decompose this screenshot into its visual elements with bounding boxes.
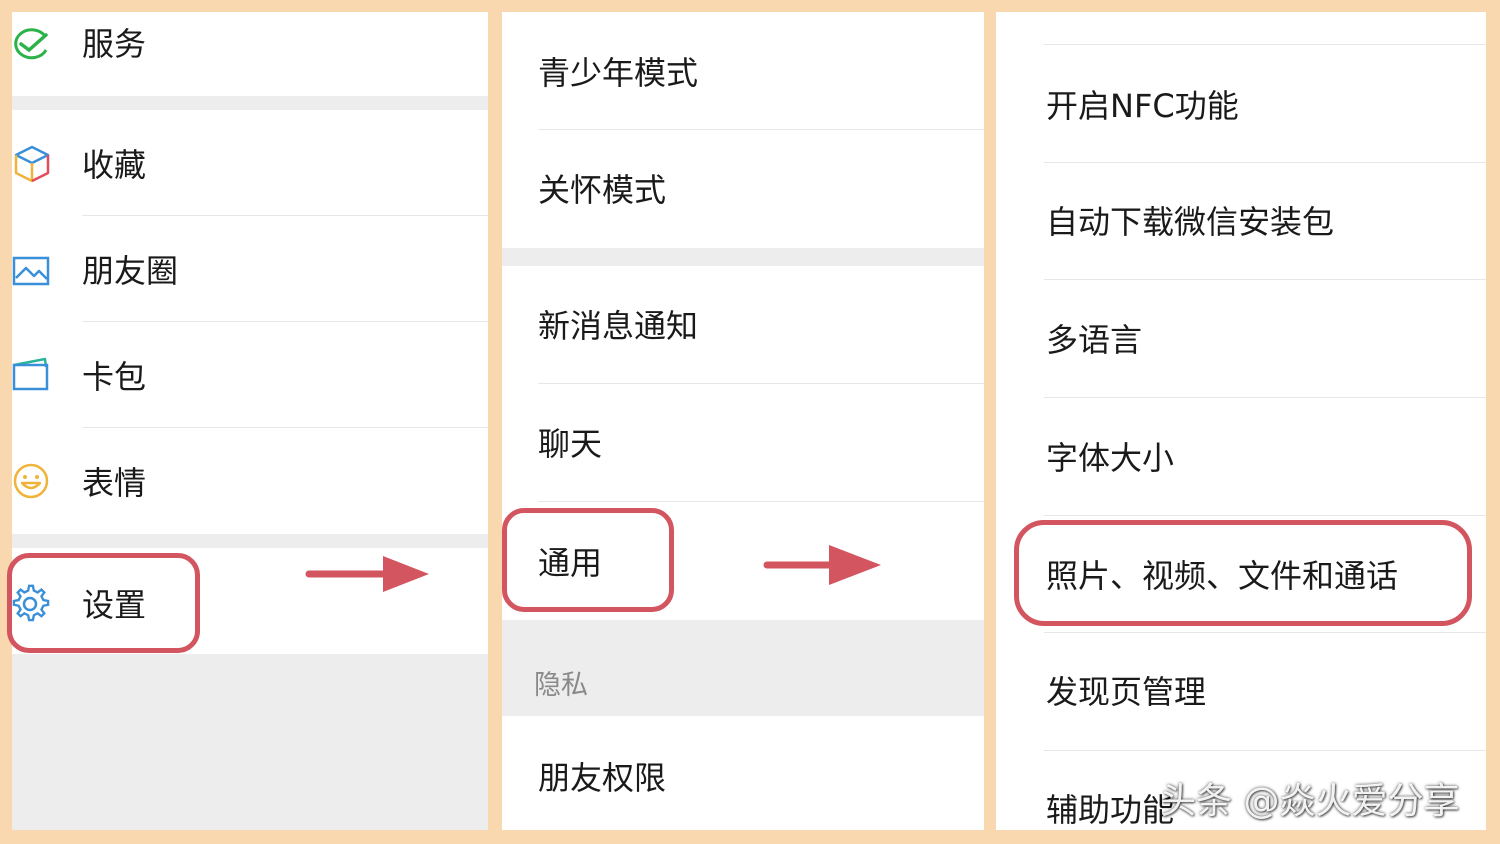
- card-wallet-icon: [12, 357, 49, 391]
- row-divider: [538, 501, 984, 502]
- menu-item-label: 收藏: [82, 146, 147, 184]
- section-divider: [12, 96, 488, 110]
- highlight-photos-videos-files-calls: [1014, 520, 1472, 626]
- settings-item-new-message-notification[interactable]: 新消息通知: [538, 310, 698, 342]
- settings-item-chat[interactable]: 聊天: [538, 428, 602, 460]
- empty-background: [12, 654, 488, 830]
- row-divider: [82, 215, 488, 216]
- section-title-privacy: 隐私: [534, 670, 588, 701]
- row-divider: [82, 427, 488, 428]
- row-divider: [538, 129, 984, 130]
- watermark: 头条 @焱火爱分享: [1160, 781, 1460, 822]
- general-item-enable-nfc[interactable]: 开启NFC功能: [1046, 90, 1239, 122]
- arrow-right-icon: [305, 556, 429, 592]
- menu-item-label: 服务: [82, 25, 147, 63]
- general-item-accessibility[interactable]: 辅助功能: [1046, 794, 1174, 826]
- menu-item-label: 朋友圈: [82, 252, 179, 290]
- row-divider: [538, 383, 984, 384]
- section-divider: [502, 248, 984, 266]
- general-panel: 开启NFC功能 自动下载微信安装包 多语言 字体大小 照片、视频、文件和通话 发…: [996, 12, 1486, 830]
- highlight-general: [502, 508, 674, 612]
- row-divider: [1044, 515, 1486, 516]
- menu-item-label: 卡包: [82, 358, 147, 396]
- general-item-auto-download-installer[interactable]: 自动下载微信安装包: [1046, 206, 1334, 238]
- settings-item-friend-permissions[interactable]: 朋友权限: [538, 762, 666, 794]
- row-divider: [82, 321, 488, 322]
- me-menu-panel: 服务 收藏 朋友圈 卡包 表情 设置: [12, 12, 488, 830]
- section-divider: [12, 534, 488, 548]
- general-item-discover-management[interactable]: 发现页管理: [1046, 676, 1206, 708]
- menu-item-label: 表情: [82, 464, 147, 502]
- favorites-cube-icon: [14, 145, 50, 183]
- row-divider: [1044, 632, 1486, 633]
- moments-picture-icon: [12, 256, 50, 286]
- settings-item-care-mode[interactable]: 关怀模式: [538, 174, 666, 206]
- row-divider: [1044, 397, 1486, 398]
- arrow-right-icon: [763, 545, 881, 585]
- settings-item-teen-mode[interactable]: 青少年模式: [538, 57, 698, 89]
- row-divider: [1044, 44, 1486, 45]
- wechat-pay-icon: [14, 28, 48, 60]
- privacy-section-header: [502, 620, 984, 716]
- general-item-font-size[interactable]: 字体大小: [1046, 442, 1174, 474]
- row-divider: [1044, 750, 1486, 751]
- settings-panel: 青少年模式 关怀模式 新消息通知 聊天 通用 隐私 朋友权限: [502, 12, 984, 830]
- highlight-settings: [7, 553, 200, 653]
- smiley-icon: [13, 463, 49, 499]
- row-divider: [1044, 162, 1486, 163]
- row-divider: [1044, 279, 1486, 280]
- general-item-language[interactable]: 多语言: [1046, 324, 1142, 356]
